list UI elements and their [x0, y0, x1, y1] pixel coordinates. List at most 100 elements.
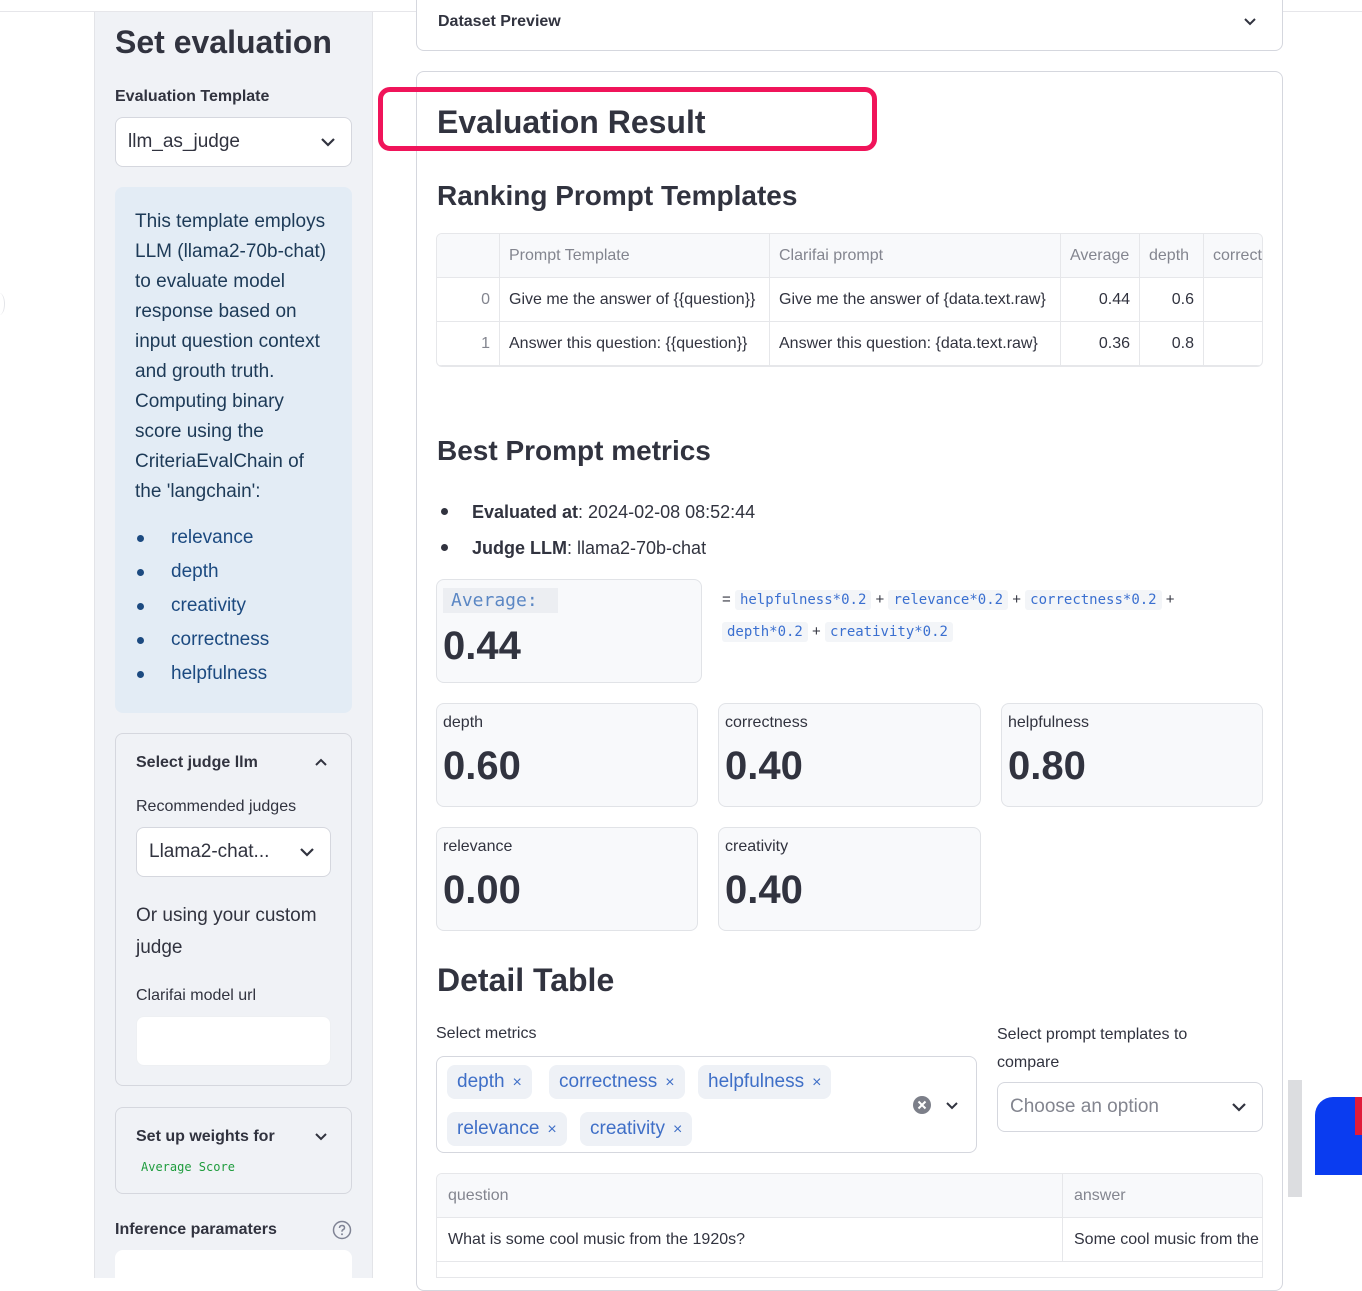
table-row[interactable]: What is some cool music from the 1920s? …	[437, 1218, 1262, 1262]
recommended-judges-label: Recommended judges	[136, 798, 297, 815]
criteria-list: relevance depth creativity correctness h…	[135, 521, 334, 691]
formula-term: relevance*0.2	[888, 590, 1009, 610]
metric-card-relevance: relevance 0.00	[436, 827, 698, 931]
table-row[interactable]: 0 Give me the answer of {{question}} Giv…	[437, 278, 1262, 322]
metric-value: 0.40	[725, 868, 803, 912]
header-cell[interactable]: question	[437, 1174, 1063, 1218]
best-prompt-details: Evaluated at: 2024-02-08 08:52:44 Judge …	[441, 494, 755, 566]
metric-label: helpfulness	[1008, 714, 1089, 731]
table-cell: 0.8	[1140, 322, 1204, 366]
compare-templates-placeholder: Choose an option	[1010, 1096, 1159, 1117]
metric-label: creativity	[725, 838, 789, 855]
table-header-row: question answer	[437, 1174, 1262, 1218]
table-cell: 0.44	[1061, 278, 1140, 322]
judge-llm-panel: Select judge llm Recommended judges Llam…	[115, 733, 352, 1086]
formula-plus: +	[875, 591, 885, 608]
table-cell	[1204, 278, 1262, 322]
metric-label: correctness	[725, 714, 808, 731]
remove-chip-icon[interactable]: ×	[665, 1066, 674, 1100]
formula-term: helpfulness*0.2	[734, 590, 872, 610]
clarifai-model-url-label: Clarifai model url	[136, 987, 257, 1004]
template-info-box: This template employs LLM (llama2-70b-ch…	[115, 187, 352, 713]
detail-table[interactable]: question answer What is some cool music …	[436, 1173, 1263, 1278]
metric-label: relevance	[443, 838, 513, 855]
formula-equals: =	[722, 591, 731, 608]
chip-label: creativity	[590, 1118, 665, 1139]
compare-templates-select[interactable]: Choose an option	[997, 1082, 1263, 1132]
header-cell[interactable]: Prompt Template	[500, 234, 770, 278]
metric-chip-depth[interactable]: depth ×	[447, 1065, 532, 1099]
header-cell[interactable]: answer	[1063, 1174, 1262, 1218]
metric-value: 0.00	[443, 868, 521, 912]
recommended-judges-value: Llama2-chat...	[149, 841, 270, 862]
formula-plus: +	[812, 623, 821, 640]
metric-chip-helpfulness[interactable]: helpfulness ×	[698, 1065, 832, 1100]
table-cell	[1204, 322, 1262, 366]
chevron-down-icon[interactable]	[944, 1097, 960, 1113]
metric-chip-creativity[interactable]: creativity ×	[580, 1112, 693, 1147]
metrics-multiselect[interactable]: depth × correctness × helpfulness × relevan…	[436, 1056, 977, 1153]
metric-value: 0.80	[1008, 744, 1086, 788]
evaluation-template-select[interactable]: llm_as_judge	[115, 117, 352, 167]
metric-card-creativity: creativity 0.40	[718, 827, 981, 931]
scroll-handle[interactable]	[1288, 1080, 1302, 1197]
metric-chip-correctness[interactable]: correctness ×	[549, 1065, 685, 1099]
chevron-up-icon[interactable]	[313, 754, 329, 770]
metric-card-correctness: correctness 0.40	[718, 703, 981, 807]
row-index-cell: 0	[437, 278, 500, 322]
chevron-down-icon[interactable]	[1242, 13, 1258, 29]
sidebar-title: Set evaluation	[115, 24, 332, 60]
formula-term: correctness*0.2	[1025, 590, 1162, 610]
judge-llm-value: : llama2-70b-chat	[567, 538, 707, 558]
criteria-item: depth	[137, 555, 334, 589]
clarifai-model-url-input[interactable]	[136, 1016, 331, 1066]
header-cell[interactable]: Clarifai prompt	[770, 234, 1061, 278]
header-cell[interactable]: Average	[1061, 234, 1140, 278]
average-metric-card: Average: 0.44	[436, 579, 702, 683]
table-cell: What is some cool music from the 1920s?	[437, 1218, 1063, 1262]
criteria-item: creativity	[137, 589, 334, 623]
dataset-preview-expander[interactable]: Dataset Preview	[416, 0, 1283, 51]
metric-value: 0.60	[443, 744, 521, 788]
metric-card-depth: depth 0.60	[436, 703, 698, 807]
average-metric-label: Average:	[443, 588, 558, 613]
remove-chip-icon[interactable]: ×	[547, 1113, 556, 1147]
header-cell[interactable]: correct	[1204, 234, 1262, 278]
ranking-table[interactable]: Prompt Template Clarifai prompt Average …	[436, 233, 1263, 367]
chip-label: relevance	[457, 1118, 540, 1139]
judge-llm-panel-title[interactable]: Select judge llm	[136, 754, 258, 772]
select-metrics-label: Select metrics	[436, 1025, 537, 1042]
remove-chip-icon[interactable]: ×	[812, 1066, 821, 1100]
average-formula: = helpfulness*0.2 + relevance*0.2 + corr…	[722, 584, 1242, 648]
formula-plus: +	[1012, 591, 1021, 608]
metric-value: 0.40	[725, 744, 803, 788]
custom-judge-text: Or using your custom judge	[136, 905, 317, 958]
chevron-down-icon	[321, 138, 335, 147]
remove-chip-icon[interactable]: ×	[673, 1113, 682, 1147]
help-circle-icon[interactable]	[332, 1220, 352, 1240]
average-metric-value: 0.44	[443, 624, 521, 668]
header-cell	[437, 234, 500, 278]
clear-all-icon[interactable]	[912, 1095, 932, 1115]
recommended-judges-select[interactable]: Llama2-chat...	[136, 827, 331, 877]
metric-card-helpfulness: helpfulness 0.80	[1001, 703, 1263, 807]
header-cell[interactable]: depth	[1140, 234, 1204, 278]
row-index-cell: 1	[437, 322, 500, 366]
chevron-down-icon	[300, 848, 314, 857]
evaluation-template-value: llm_as_judge	[128, 131, 240, 152]
judge-llm-item: Judge LLM: llama2-70b-chat	[441, 530, 755, 566]
inference-parameters-input[interactable]	[115, 1250, 352, 1290]
chip-label: helpfulness	[708, 1071, 805, 1092]
weights-panel-title: Set up weights for	[136, 1128, 275, 1145]
weights-panel[interactable]: Set up weights for Average Score	[115, 1107, 352, 1194]
table-row[interactable]: 1 Answer this question: {{question}} Ans…	[437, 322, 1262, 366]
chevron-down-icon[interactable]	[313, 1128, 329, 1144]
table-header-row: Prompt Template Clarifai prompt Average …	[437, 234, 1262, 278]
remove-chip-icon[interactable]: ×	[513, 1066, 522, 1100]
table-cell: 0.36	[1061, 322, 1140, 366]
table-cell: 0.6	[1140, 278, 1204, 322]
chip-label: depth	[457, 1071, 505, 1092]
metric-chip-relevance[interactable]: relevance ×	[447, 1112, 567, 1146]
highlight-box	[378, 87, 877, 151]
evaluation-template-label: Evaluation Template	[115, 88, 270, 105]
